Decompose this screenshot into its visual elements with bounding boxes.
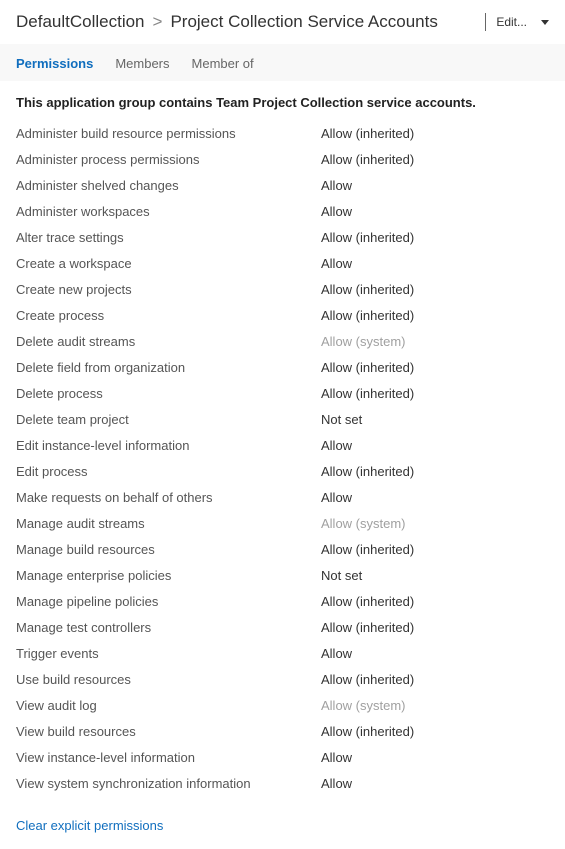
permission-label: Manage pipeline policies: [16, 594, 321, 609]
permission-value[interactable]: Allow (inherited): [321, 464, 414, 479]
permission-value[interactable]: Allow (inherited): [321, 542, 414, 557]
permission-label: Create a workspace: [16, 256, 321, 271]
permission-row: Administer process permissionsAllow (inh…: [16, 146, 549, 172]
permission-label: View build resources: [16, 724, 321, 739]
permission-label: Manage audit streams: [16, 516, 321, 531]
group-description: This application group contains Team Pro…: [0, 81, 565, 120]
permission-label: Manage build resources: [16, 542, 321, 557]
permission-label: Make requests on behalf of others: [16, 490, 321, 505]
tab-members[interactable]: Members: [115, 56, 169, 71]
permission-value[interactable]: Allow (inherited): [321, 724, 414, 739]
edit-menu-label: Edit...: [496, 15, 527, 29]
permission-row: Manage pipeline policiesAllow (inherited…: [16, 588, 549, 614]
permission-row: Administer workspacesAllow: [16, 198, 549, 224]
permission-label: Edit instance-level information: [16, 438, 321, 453]
permission-row: Make requests on behalf of othersAllow: [16, 484, 549, 510]
permission-label: Administer shelved changes: [16, 178, 321, 193]
header: DefaultCollection > Project Collection S…: [0, 0, 565, 40]
breadcrumb-current: Project Collection Service Accounts: [170, 12, 437, 32]
permission-row: Delete field from organizationAllow (inh…: [16, 354, 549, 380]
permission-label: Edit process: [16, 464, 321, 479]
permission-row: Manage test controllersAllow (inherited): [16, 614, 549, 640]
permission-label: Delete audit streams: [16, 334, 321, 349]
permission-value[interactable]: Allow (inherited): [321, 386, 414, 401]
permission-label: Delete field from organization: [16, 360, 321, 375]
permission-label: Manage test controllers: [16, 620, 321, 635]
permission-value[interactable]: Allow (inherited): [321, 152, 414, 167]
permission-label: Administer process permissions: [16, 152, 321, 167]
permission-row: View system synchronization informationA…: [16, 770, 549, 796]
permission-row: Delete team projectNot set: [16, 406, 549, 432]
permission-value[interactable]: Allow: [321, 776, 352, 791]
permission-row: Edit processAllow (inherited): [16, 458, 549, 484]
permission-row: Create new projectsAllow (inherited): [16, 276, 549, 302]
permission-label: Use build resources: [16, 672, 321, 687]
permission-value[interactable]: Allow: [321, 750, 352, 765]
breadcrumb-separator: >: [153, 12, 163, 32]
permission-row: Manage audit streamsAllow (system): [16, 510, 549, 536]
permission-row: Create processAllow (inherited): [16, 302, 549, 328]
permission-value[interactable]: Allow: [321, 490, 352, 505]
permission-value[interactable]: Not set: [321, 568, 362, 583]
breadcrumb: DefaultCollection > Project Collection S…: [16, 12, 481, 32]
permission-value[interactable]: Allow (system): [321, 516, 406, 531]
chevron-down-icon: [541, 20, 549, 25]
permission-value[interactable]: Allow: [321, 438, 352, 453]
permission-value[interactable]: Allow (system): [321, 698, 406, 713]
permission-row: View instance-level informationAllow: [16, 744, 549, 770]
permission-value[interactable]: Allow (system): [321, 334, 406, 349]
permission-label: Delete team project: [16, 412, 321, 427]
permission-label: Administer build resource permissions: [16, 126, 321, 141]
permission-row: Delete processAllow (inherited): [16, 380, 549, 406]
permission-label: Create process: [16, 308, 321, 323]
permission-label: Trigger events: [16, 646, 321, 661]
permission-label: Administer workspaces: [16, 204, 321, 219]
permission-value[interactable]: Allow (inherited): [321, 620, 414, 635]
footer: Clear explicit permissions: [0, 806, 565, 849]
tabs: Permissions Members Member of: [0, 44, 565, 81]
permission-row: Manage build resourcesAllow (inherited): [16, 536, 549, 562]
breadcrumb-parent[interactable]: DefaultCollection: [16, 12, 145, 32]
permission-label: View system synchronization information: [16, 776, 321, 791]
permission-value[interactable]: Allow (inherited): [321, 282, 414, 297]
permission-row: Use build resourcesAllow (inherited): [16, 666, 549, 692]
permission-row: Alter trace settingsAllow (inherited): [16, 224, 549, 250]
tab-member-of[interactable]: Member of: [192, 56, 254, 71]
permission-value[interactable]: Allow: [321, 256, 352, 271]
edit-divider: [485, 13, 486, 31]
permission-row: Trigger eventsAllow: [16, 640, 549, 666]
permission-row: Create a workspaceAllow: [16, 250, 549, 276]
permission-row: View audit logAllow (system): [16, 692, 549, 718]
permission-value[interactable]: Not set: [321, 412, 362, 427]
permission-row: Delete audit streamsAllow (system): [16, 328, 549, 354]
permission-row: Administer shelved changesAllow: [16, 172, 549, 198]
permission-row: View build resourcesAllow (inherited): [16, 718, 549, 744]
tab-permissions[interactable]: Permissions: [16, 56, 93, 71]
permission-value[interactable]: Allow (inherited): [321, 672, 414, 687]
permissions-list: Administer build resource permissionsAll…: [0, 120, 565, 806]
permission-value[interactable]: Allow (inherited): [321, 360, 414, 375]
permission-value[interactable]: Allow: [321, 178, 352, 193]
clear-explicit-permissions-link[interactable]: Clear explicit permissions: [16, 818, 163, 833]
permission-label: View audit log: [16, 698, 321, 713]
permission-row: Administer build resource permissionsAll…: [16, 120, 549, 146]
permission-value[interactable]: Allow: [321, 646, 352, 661]
permission-value[interactable]: Allow: [321, 204, 352, 219]
edit-menu-button[interactable]: Edit...: [496, 15, 549, 29]
permission-row: Edit instance-level informationAllow: [16, 432, 549, 458]
permission-row: Manage enterprise policiesNot set: [16, 562, 549, 588]
permission-value[interactable]: Allow (inherited): [321, 594, 414, 609]
permission-label: Delete process: [16, 386, 321, 401]
permission-value[interactable]: Allow (inherited): [321, 308, 414, 323]
permission-label: Manage enterprise policies: [16, 568, 321, 583]
permission-value[interactable]: Allow (inherited): [321, 126, 414, 141]
permission-value[interactable]: Allow (inherited): [321, 230, 414, 245]
permission-label: Create new projects: [16, 282, 321, 297]
permission-label: Alter trace settings: [16, 230, 321, 245]
permission-label: View instance-level information: [16, 750, 321, 765]
